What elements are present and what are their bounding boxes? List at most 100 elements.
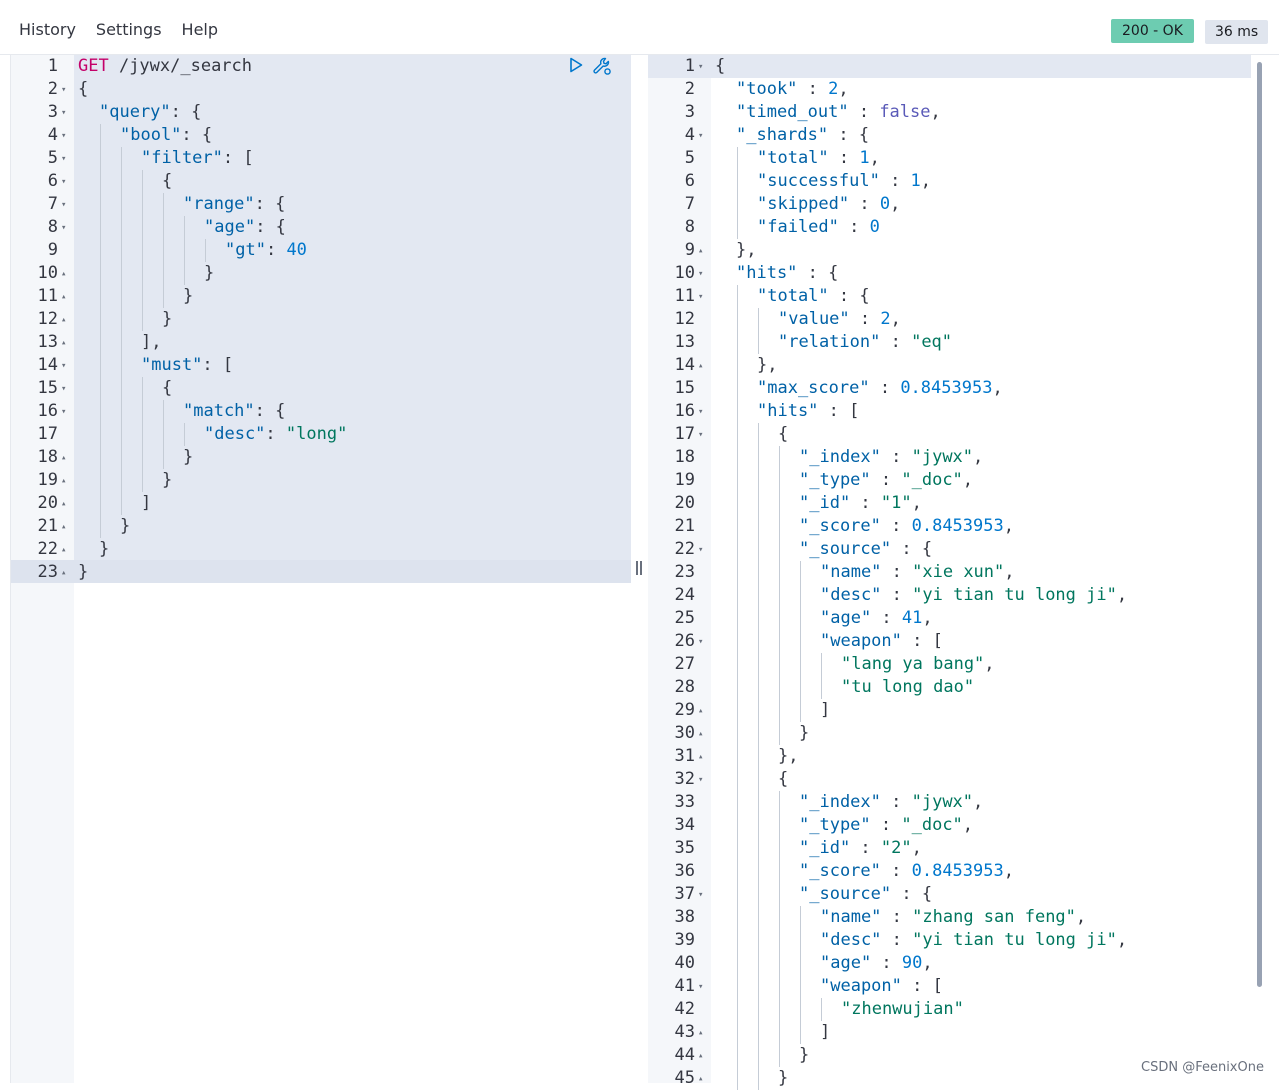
response-line-number: 33 <box>674 792 695 812</box>
menu-help[interactable]: Help <box>182 20 218 39</box>
request-code-line: } <box>204 262 214 285</box>
response-line-number: 27 <box>674 654 695 674</box>
indent-guide <box>100 285 101 308</box>
fold-expand-icon[interactable]: ▴ <box>61 522 66 532</box>
token-key: "desc" <box>204 424 266 444</box>
indent-guide <box>779 722 780 745</box>
fold-expand-icon[interactable]: ▴ <box>61 292 66 302</box>
token-str: "zhang san feng" <box>912 907 1076 927</box>
fold-expand-icon[interactable]: ▴ <box>61 476 66 486</box>
token-punc: , <box>1003 516 1014 536</box>
indent-guide <box>737 998 738 1021</box>
fold-collapse-icon[interactable]: ▾ <box>698 131 703 141</box>
fold-expand-icon[interactable]: ▴ <box>61 545 66 555</box>
token-punc: , <box>984 654 995 674</box>
fold-expand-icon[interactable]: ▴ <box>61 338 66 348</box>
token-punc: : <box>881 907 913 927</box>
response-line-number: 8 <box>684 217 695 237</box>
token-key: "name" <box>820 562 882 582</box>
token-punc: : { <box>254 401 286 421</box>
fold-expand-icon[interactable]: ▴ <box>698 1051 703 1061</box>
indent-guide <box>121 193 122 216</box>
fold-collapse-icon[interactable]: ▾ <box>698 982 703 992</box>
play-icon[interactable] <box>568 57 584 73</box>
menu-history[interactable]: History <box>19 20 76 39</box>
fold-collapse-icon[interactable]: ▾ <box>698 62 703 72</box>
fold-collapse-icon[interactable]: ▾ <box>698 775 703 785</box>
token-key: "skipped" <box>757 194 850 214</box>
fold-collapse-icon[interactable]: ▾ <box>61 200 66 210</box>
indent-guide <box>737 584 738 607</box>
fold-expand-icon[interactable]: ▴ <box>61 568 66 578</box>
token-punc: , <box>930 102 941 122</box>
menu-settings[interactable]: Settings <box>96 20 162 39</box>
token-punc: : <box>880 447 912 467</box>
token-punc: } <box>120 516 131 536</box>
response-line-number: 35 <box>674 838 695 858</box>
request-code-line: "query": { <box>99 101 201 124</box>
indent-guide <box>800 952 801 975</box>
token-num: 0 <box>869 217 880 237</box>
fold-expand-icon[interactable]: ▴ <box>698 1028 703 1038</box>
fold-expand-icon[interactable]: ▴ <box>61 453 66 463</box>
request-editor[interactable]: 1 GET /jywx/_search 2 ▾{3 ▾ "query": {4 ▾ "bool… <box>10 55 632 1083</box>
token-punc: : <box>849 309 881 329</box>
fold-collapse-icon[interactable]: ▾ <box>61 407 66 417</box>
fold-collapse-icon[interactable]: ▾ <box>61 177 66 187</box>
token-key: "desc" <box>820 585 882 605</box>
fold-collapse-icon[interactable]: ▾ <box>698 269 703 279</box>
fold-collapse-icon[interactable]: ▾ <box>698 890 703 900</box>
fold-collapse-icon[interactable]: ▾ <box>61 131 66 141</box>
indent-guide <box>779 446 780 469</box>
indent-guide <box>737 469 738 492</box>
response-line-number: 11 <box>674 286 695 306</box>
fold-expand-icon[interactable]: ▴ <box>698 752 703 762</box>
request-line-number: 8 <box>47 217 58 237</box>
token-key: "successful" <box>757 171 880 191</box>
indent-guide <box>758 1044 759 1067</box>
token-punc: , <box>920 171 932 191</box>
token-key: "must" <box>141 355 203 375</box>
request-code-line: "age": { <box>204 216 286 239</box>
fold-collapse-icon[interactable]: ▾ <box>698 407 703 417</box>
fold-expand-icon[interactable]: ▴ <box>698 361 703 371</box>
response-scrollbar-thumb[interactable] <box>1257 62 1262 987</box>
fold-expand-icon[interactable]: ▴ <box>61 499 66 509</box>
request-code-line: { <box>162 377 172 400</box>
fold-collapse-icon[interactable]: ▾ <box>698 430 703 440</box>
response-line-number: 34 <box>674 815 695 835</box>
fold-expand-icon[interactable]: ▴ <box>698 246 703 256</box>
indent-guide <box>779 538 780 561</box>
fold-collapse-icon[interactable]: ▾ <box>698 637 703 647</box>
wrench-icon[interactable] <box>592 56 612 76</box>
token-punc: , <box>1003 861 1014 881</box>
fold-collapse-icon[interactable]: ▾ <box>698 545 703 555</box>
request-line-number: 19 <box>37 470 58 490</box>
token-punc: : <box>850 838 881 858</box>
token-punc: , <box>911 493 922 513</box>
fold-expand-icon[interactable]: ▴ <box>698 706 703 716</box>
response-line-number: 26 <box>674 631 695 651</box>
fold-collapse-icon[interactable]: ▾ <box>61 384 66 394</box>
indent-guide <box>737 975 738 998</box>
token-str: "eq" <box>911 332 953 352</box>
response-code-line: "_index" : "jywx", <box>799 446 983 469</box>
indent-guide <box>758 331 759 354</box>
resize-handle[interactable] <box>636 561 642 575</box>
token-punc: : { <box>255 217 286 237</box>
fold-expand-icon[interactable]: ▴ <box>61 315 66 325</box>
fold-collapse-icon[interactable]: ▾ <box>61 108 66 118</box>
token-url: /jywx/_search <box>108 56 253 76</box>
fold-collapse-icon[interactable]: ▾ <box>61 154 66 164</box>
indent-guide <box>758 653 759 676</box>
fold-collapse-icon[interactable]: ▾ <box>61 361 66 371</box>
fold-collapse-icon[interactable]: ▾ <box>61 85 66 95</box>
fold-expand-icon[interactable]: ▴ <box>698 729 703 739</box>
response-code-line: "hits" : { <box>736 262 838 285</box>
fold-collapse-icon[interactable]: ▾ <box>61 223 66 233</box>
fold-expand-icon[interactable]: ▴ <box>61 269 66 279</box>
fold-collapse-icon[interactable]: ▾ <box>698 292 703 302</box>
main-menu: History Settings Help <box>19 20 218 39</box>
response-viewer[interactable]: 1 ▾{2 "took" : 2, 3 "timed_out" : false, 4 ▾ "_… <box>648 55 1269 1090</box>
indent-guide <box>205 239 206 262</box>
